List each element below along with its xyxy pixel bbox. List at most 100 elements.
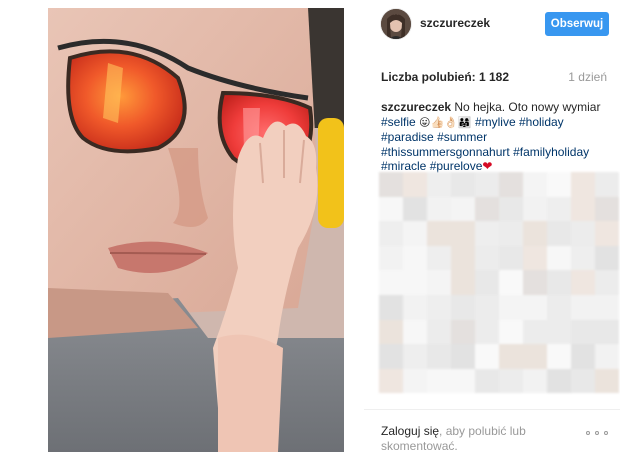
- post-header: szczureczek Obserwuj: [364, 0, 620, 50]
- blur-cell: [427, 368, 451, 394]
- hashtag-purelove[interactable]: #purelove: [430, 159, 483, 173]
- blur-cell: [427, 245, 451, 271]
- likes-row: Liczba polubień: 1 182 1 dzień: [381, 70, 607, 86]
- blur-cell: [571, 294, 595, 320]
- blur-cell: [499, 221, 523, 246]
- blur-cell: [547, 221, 571, 246]
- selfie-image: [48, 8, 344, 452]
- blur-cell: [403, 368, 427, 394]
- blur-cell: [403, 245, 427, 271]
- blur-cell: [403, 319, 427, 345]
- post-photo[interactable]: [48, 8, 344, 452]
- blur-cell: [523, 344, 547, 369]
- blur-cell: [595, 368, 619, 394]
- blur-cell: [499, 319, 523, 345]
- login-link[interactable]: Zaloguj się: [381, 424, 439, 438]
- blur-cell: [451, 172, 475, 197]
- blur-cell: [379, 196, 403, 222]
- blur-cell: [571, 172, 595, 197]
- blur-cell: [547, 344, 571, 369]
- blur-cell: [499, 196, 523, 222]
- blur-cell: [523, 294, 547, 320]
- blur-cell: [475, 270, 499, 295]
- blur-cell: [379, 294, 403, 320]
- more-options-icon[interactable]: [586, 428, 608, 438]
- blur-cell: [427, 221, 451, 246]
- blur-cell: [451, 319, 475, 345]
- avatar-image: [381, 9, 411, 39]
- username[interactable]: szczureczek: [420, 16, 490, 30]
- hashtag-familyholiday[interactable]: #familyholiday: [513, 145, 589, 159]
- hashtag-paradise[interactable]: #paradise: [381, 130, 434, 144]
- hashtag-miracle[interactable]: #miracle: [381, 159, 426, 173]
- caption-emoji: 😛👍🏻👌🏻👨‍👩‍👧: [419, 115, 472, 129]
- blur-cell: [523, 245, 547, 271]
- hashtag-thissummersgonnahurt[interactable]: #thissummersgonnahurt: [381, 145, 510, 159]
- blur-cell: [595, 319, 619, 345]
- blur-cell: [523, 319, 547, 345]
- blur-cell: [547, 319, 571, 345]
- blur-cell: [547, 245, 571, 271]
- blur-cell: [595, 172, 619, 197]
- blur-cell: [475, 319, 499, 345]
- likes-count: Liczba polubień: 1 182: [381, 70, 510, 84]
- blur-cell: [379, 245, 403, 271]
- post-time[interactable]: 1 dzień: [568, 70, 607, 84]
- post-footer: Zaloguj się, aby polubić lub skomentować…: [364, 409, 620, 461]
- blur-cell: [475, 344, 499, 369]
- blur-cell: [547, 172, 571, 197]
- caption-text: No hejka. Oto nowy wymiar: [454, 100, 601, 114]
- blur-cell: [475, 172, 499, 197]
- blur-cell: [595, 344, 619, 369]
- blur-cell: [451, 344, 475, 369]
- blur-cell: [547, 270, 571, 295]
- hashtag-mylive[interactable]: #mylive: [475, 115, 516, 129]
- post-side-panel: szczureczek Obserwuj Liczba polubień: 1 …: [364, 0, 620, 461]
- blur-cell: [403, 344, 427, 369]
- blur-cell: [403, 172, 427, 197]
- blur-cell: [571, 319, 595, 345]
- blur-cell: [475, 245, 499, 271]
- blur-cell: [595, 245, 619, 271]
- dot: [595, 431, 599, 435]
- blur-cell: [379, 221, 403, 246]
- blur-cell: [379, 319, 403, 345]
- blur-cell: [595, 221, 619, 246]
- hashtag-holiday[interactable]: #holiday: [519, 115, 564, 129]
- blur-cell: [571, 368, 595, 394]
- hashtag-summer[interactable]: #summer: [437, 130, 487, 144]
- caption-username[interactable]: szczureczek: [381, 100, 451, 114]
- blur-cell: [451, 270, 475, 295]
- blur-cell: [595, 294, 619, 320]
- blur-cell: [403, 221, 427, 246]
- blur-cell: [571, 344, 595, 369]
- blur-cell: [451, 294, 475, 320]
- follow-button[interactable]: Obserwuj: [545, 12, 609, 36]
- blurred-comments: [379, 172, 619, 394]
- blur-cell: [427, 319, 451, 345]
- blur-cell: [571, 245, 595, 271]
- blur-cell: [523, 196, 547, 222]
- blur-cell: [571, 221, 595, 246]
- heart-emoji-icon: ❤: [482, 159, 493, 173]
- blur-cell: [571, 196, 595, 222]
- blur-cell: [427, 196, 451, 222]
- blur-cell: [379, 172, 403, 197]
- blur-cell: [475, 196, 499, 222]
- blur-cell: [547, 294, 571, 320]
- hashtag-selfie[interactable]: #selfie: [381, 115, 416, 129]
- blur-cell: [403, 270, 427, 295]
- caption: szczureczek No hejka. Oto nowy wymiar #s…: [381, 100, 609, 174]
- blur-cell: [475, 294, 499, 320]
- blur-cell: [523, 270, 547, 295]
- avatar[interactable]: [381, 9, 411, 39]
- blur-cell: [523, 368, 547, 394]
- dot: [604, 431, 608, 435]
- blur-cell: [427, 172, 451, 197]
- instagram-post-card: szczureczek Obserwuj Liczba polubień: 1 …: [0, 0, 620, 461]
- blur-cell: [379, 344, 403, 369]
- blur-cell: [427, 344, 451, 369]
- blur-cell: [475, 368, 499, 394]
- blur-cell: [499, 172, 523, 197]
- blur-cell: [451, 221, 475, 246]
